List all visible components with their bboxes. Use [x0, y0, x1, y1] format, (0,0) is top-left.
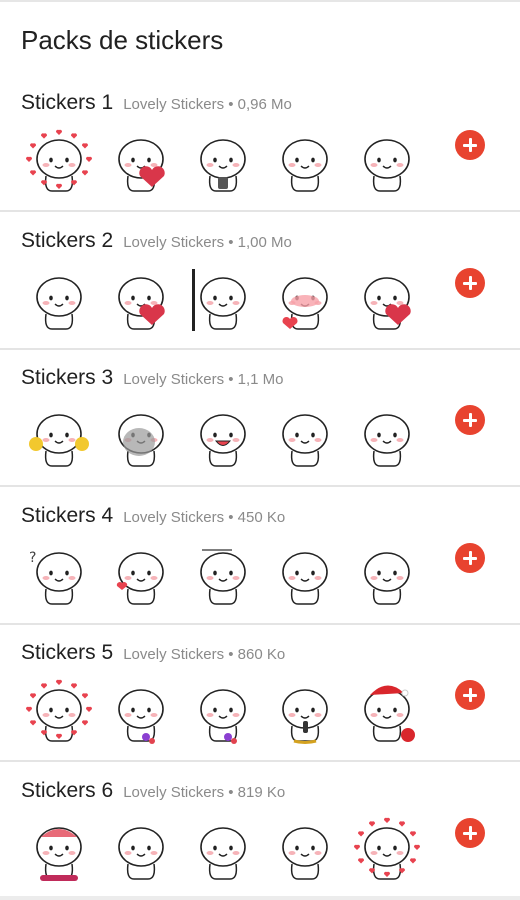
- pack-name: Stickers 2: [21, 228, 114, 252]
- sticker-thumbnail: [188, 540, 258, 610]
- pack-header: Stickers 2 Lovely Stickers • 1,00 Mo: [21, 229, 292, 253]
- pack-header: Stickers 3 Lovely Stickers • 1,1 Mo: [21, 366, 284, 390]
- pack-name: Stickers 6: [21, 778, 114, 802]
- sticker-thumbnail: [24, 127, 94, 197]
- page-title: Packs de stickers: [21, 25, 224, 55]
- sticker-thumbnail: [106, 127, 176, 197]
- plus-circle-icon: [463, 138, 477, 152]
- sticker-pack-row[interactable]: Stickers 5 Lovely Stickers • 860 Ko: [0, 625, 520, 762]
- sticker-thumbnail: [352, 127, 422, 197]
- bottom-divider: [0, 896, 520, 900]
- sticker-thumbnail: [106, 815, 176, 885]
- pack-header: Stickers 6 Lovely Stickers • 819 Ko: [21, 779, 285, 803]
- pack-meta: Lovely Stickers • 819 Ko: [123, 783, 286, 801]
- sticker-thumbnail: [270, 540, 340, 610]
- pack-meta: Lovely Stickers • 1,00 Mo: [123, 233, 292, 251]
- add-pack-button[interactable]: [455, 130, 485, 160]
- pack-meta: Lovely Stickers • 0,96 Mo: [123, 96, 292, 113]
- sticker-thumbnail: [188, 677, 258, 747]
- sticker-thumbnail: [352, 540, 422, 610]
- sticker-thumbnail: [24, 265, 94, 335]
- sticker-thumbnail: [270, 677, 340, 747]
- sticker-thumbnail: [24, 402, 94, 472]
- sticker-thumbnail: [352, 677, 422, 747]
- sticker-thumbnail: [106, 265, 176, 335]
- sticker-thumbnail: ?: [24, 540, 94, 610]
- sticker-thumbnail: [188, 127, 258, 197]
- sticker-thumbnail: [188, 265, 258, 335]
- pack-header: Stickers 4 Lovely Stickers • 450 Ko: [21, 504, 285, 528]
- sticker-thumbnail: [352, 265, 422, 335]
- sticker-pack-row[interactable]: Stickers 3 Lovely Stickers • 1,1 Mo: [0, 350, 520, 487]
- plus-circle-icon: [463, 550, 477, 565]
- pack-header: Stickers 5 Lovely Stickers • 860 Ko: [21, 641, 285, 665]
- plus-circle-icon: [463, 275, 477, 290]
- pack-meta: Lovely Stickers • 1,1 Mo: [123, 371, 284, 388]
- sticker-thumbnail: [270, 127, 340, 197]
- add-pack-button[interactable]: [455, 817, 485, 848]
- plus-circle-icon: [463, 825, 477, 840]
- sticker-preview-strip: [24, 402, 424, 472]
- sticker-thumbnail: [270, 402, 340, 472]
- sticker-thumbnail: [270, 815, 340, 885]
- sticker-thumbnail: [188, 815, 258, 885]
- sticker-preview-strip: ?: [24, 540, 424, 610]
- pack-name: Stickers 1: [21, 91, 114, 114]
- plus-circle-icon: [463, 413, 477, 427]
- sticker-thumbnail: [188, 402, 258, 472]
- add-pack-button[interactable]: [455, 542, 485, 573]
- sticker-preview-strip: [24, 677, 424, 747]
- pack-meta: Lovely Stickers • 860 Ko: [123, 646, 286, 663]
- sticker-thumbnail: [270, 265, 340, 335]
- sticker-thumbnail: [352, 402, 422, 472]
- sticker-preview-strip: [24, 127, 424, 197]
- top-divider: [0, 0, 520, 2]
- sticker-preview-strip: [24, 815, 424, 885]
- pack-name: Stickers 3: [21, 366, 114, 389]
- sticker-thumbnail: [106, 402, 176, 472]
- sticker-thumbnail: [352, 815, 422, 885]
- sticker-thumbnail: [106, 540, 176, 610]
- pack-header: Stickers 1 Lovely Stickers • 0,96 Mo: [21, 91, 292, 115]
- plus-circle-icon: [463, 688, 477, 702]
- pack-name: Stickers 5: [21, 641, 114, 664]
- add-pack-button[interactable]: [455, 405, 485, 435]
- svg-text:?: ?: [29, 550, 36, 566]
- sticker-pack-row[interactable]: Stickers 2 Lovely Stickers • 1,00 Mo: [0, 213, 520, 350]
- sticker-pack-row[interactable]: Stickers 1 Lovely Stickers • 0,96 Mo: [0, 75, 520, 212]
- add-pack-button[interactable]: [455, 680, 485, 710]
- sticker-thumbnail: [24, 677, 94, 747]
- sticker-pack-row[interactable]: Stickers 6 Lovely Stickers • 819 Ko: [0, 763, 520, 900]
- sticker-preview-strip: [24, 265, 424, 335]
- pack-name: Stickers 4: [21, 503, 114, 527]
- pack-meta: Lovely Stickers • 450 Ko: [123, 508, 286, 526]
- add-pack-button[interactable]: [455, 267, 485, 298]
- sticker-thumbnail: [106, 677, 176, 747]
- sticker-thumbnail: [24, 815, 94, 885]
- sticker-pack-row[interactable]: Stickers 4 Lovely Stickers • 450 Ko ?: [0, 488, 520, 625]
